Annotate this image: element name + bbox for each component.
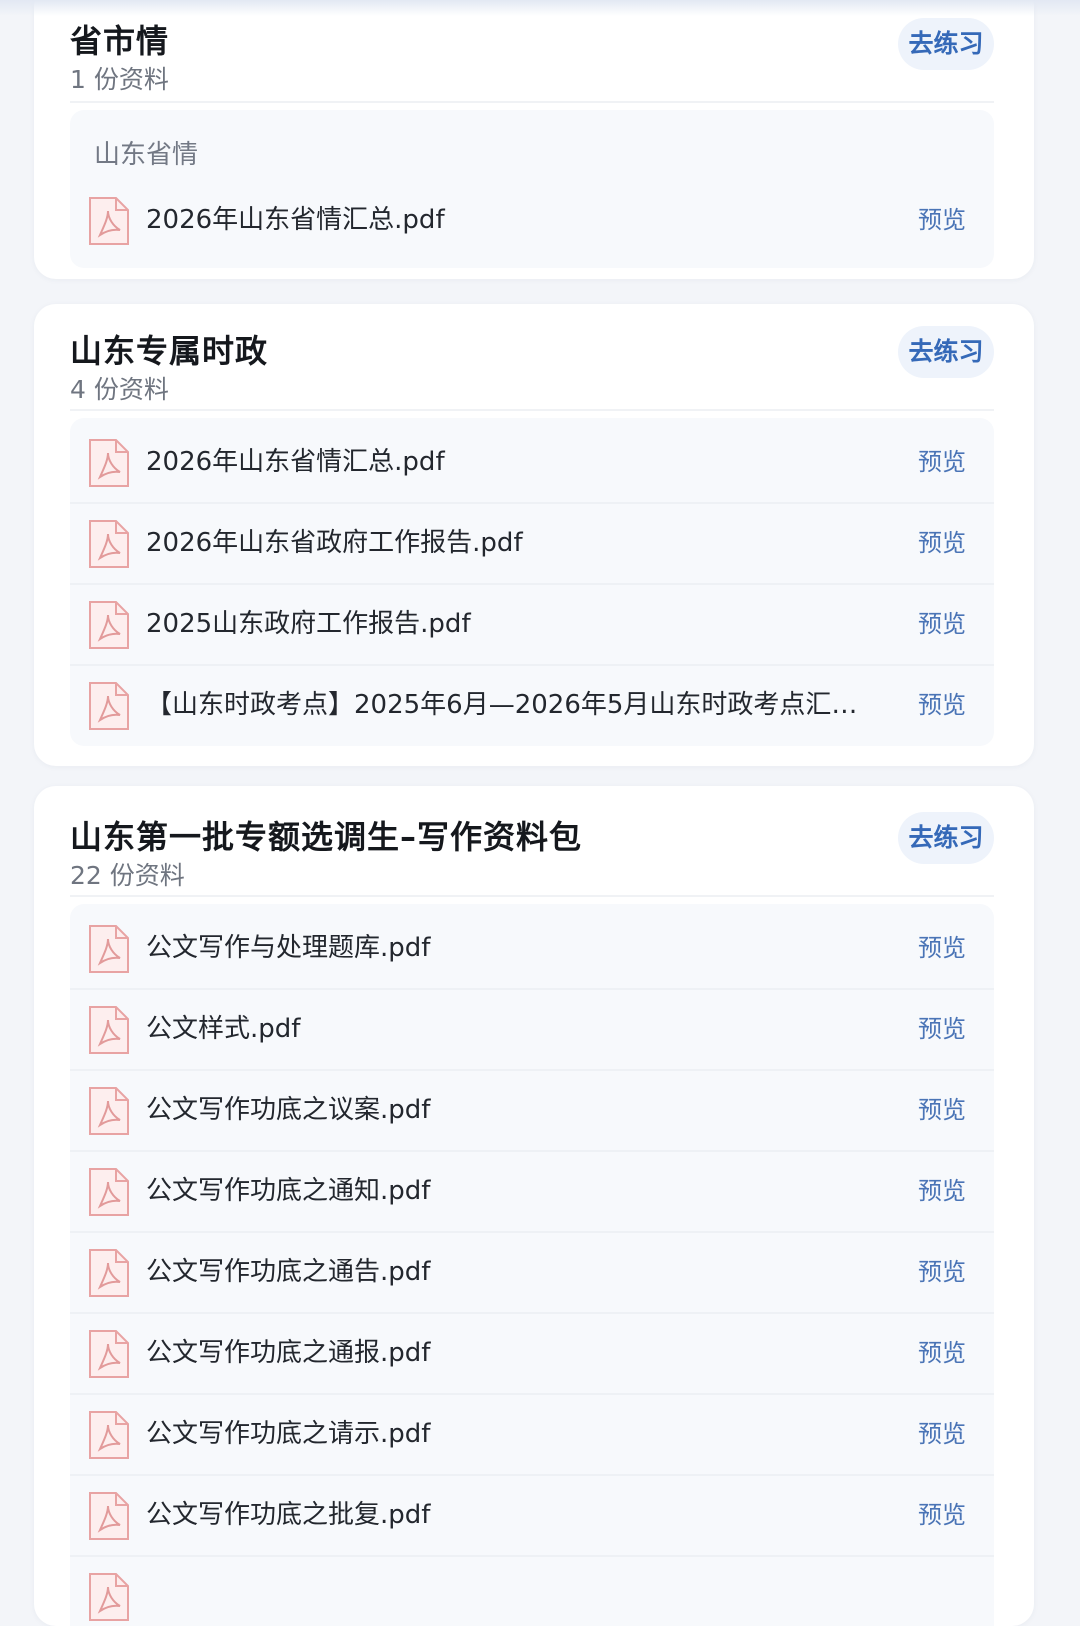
pdf-file-icon: [89, 1168, 129, 1216]
file-name: 【山东时政考点】2025年6月—2026年5月山东时政考点汇总...: [146, 690, 874, 720]
preview-link[interactable]: 预览: [918, 665, 966, 745]
preview-link[interactable]: 预览: [918, 1232, 966, 1312]
file-row[interactable]: 2026年山东省情汇总.pdf 预览: [70, 180, 994, 260]
top-fade: [0, 0, 1080, 16]
preview-link[interactable]: 预览: [918, 908, 966, 988]
section-card-current-affairs: 山东专属时政 4 份资料 去练习 2026年山东省情汇总.pdf 预览 2026…: [34, 304, 1034, 766]
file-row[interactable]: 公文写作功底之通告.pdf 预览: [70, 1232, 994, 1314]
preview-link[interactable]: 预览: [918, 584, 966, 664]
pdf-file-icon: [89, 1006, 129, 1054]
pdf-file-icon: [89, 197, 129, 245]
file-row[interactable]: 公文写作功底之批复.pdf 预览: [70, 1475, 994, 1557]
pdf-file-icon: [89, 601, 129, 649]
preview-link[interactable]: 预览: [918, 1313, 966, 1393]
divider: [70, 895, 994, 897]
file-row[interactable]: 公文样式.pdf 预览: [70, 989, 994, 1071]
file-row[interactable]: 2025山东政府工作报告.pdf 预览: [70, 584, 994, 666]
pdf-file-icon: [89, 1573, 129, 1621]
pdf-file-icon: [89, 1087, 129, 1135]
preview-link[interactable]: 预览: [918, 1394, 966, 1474]
section-count: 4 份资料: [70, 375, 169, 404]
preview-link[interactable]: 预览: [918, 422, 966, 502]
file-list: 2026年山东省情汇总.pdf 预览 2026年山东省政府工作报告.pdf 预览…: [70, 418, 994, 746]
section-count: 1 份资料: [70, 65, 169, 94]
file-name: 公文写作功底之通报.pdf: [146, 1338, 431, 1368]
practice-button[interactable]: 去练习: [898, 326, 994, 378]
file-row[interactable]: 公文写作与处理题库.pdf 预览: [70, 908, 994, 990]
pdf-file-icon: [89, 1249, 129, 1297]
file-name: 2026年山东省政府工作报告.pdf: [146, 528, 523, 558]
section-title: 山东专属时政: [70, 332, 269, 370]
file-row[interactable]: 2026年山东省情汇总.pdf 预览: [70, 422, 994, 504]
file-row[interactable]: 公文写作功底之议案.pdf 预览: [70, 1070, 994, 1152]
file-list: 公文写作与处理题库.pdf 预览 公文样式.pdf 预览 公文写作功底之议案.p…: [70, 904, 994, 1626]
divider: [70, 409, 994, 411]
section-title: 山东第一批专额选调生–写作资料包: [70, 818, 583, 856]
pdf-file-icon: [89, 520, 129, 568]
preview-link[interactable]: 预览: [918, 989, 966, 1069]
file-row-partial[interactable]: [70, 1556, 994, 1626]
file-name: 公文写作功底之请示.pdf: [146, 1419, 431, 1449]
file-row[interactable]: 【山东时政考点】2025年6月—2026年5月山东时政考点汇总... 预览: [70, 665, 994, 745]
section-card-provincial-info: 省市情 1 份资料 去练习 山东省情 2026年山东省情汇总.pdf 预览: [34, 0, 1034, 279]
divider: [70, 101, 994, 103]
file-name: 公文写作功底之通告.pdf: [146, 1257, 431, 1287]
file-row[interactable]: 2026年山东省政府工作报告.pdf 预览: [70, 503, 994, 585]
file-name: 公文写作功底之通知.pdf: [146, 1176, 431, 1206]
section-count: 22 份资料: [70, 861, 185, 890]
preview-link[interactable]: 预览: [918, 1151, 966, 1231]
group-label: 山东省情: [94, 140, 199, 170]
file-row[interactable]: 公文写作功底之通知.pdf 预览: [70, 1151, 994, 1233]
pdf-file-icon: [89, 439, 129, 487]
file-list: 山东省情 2026年山东省情汇总.pdf 预览: [70, 110, 994, 268]
pdf-file-icon: [89, 1411, 129, 1459]
file-name: 2026年山东省情汇总.pdf: [146, 205, 445, 235]
pdf-file-icon: [89, 1330, 129, 1378]
preview-link[interactable]: 预览: [918, 1475, 966, 1555]
preview-link[interactable]: 预览: [918, 503, 966, 583]
file-name: 公文写作与处理题库.pdf: [146, 933, 431, 963]
preview-link[interactable]: 预览: [918, 180, 966, 260]
section-card-writing-materials: 山东第一批专额选调生–写作资料包 22 份资料 去练习 公文写作与处理题库.pd…: [34, 786, 1034, 1626]
file-name: 2025山东政府工作报告.pdf: [146, 609, 471, 639]
file-row[interactable]: 公文写作功底之请示.pdf 预览: [70, 1394, 994, 1476]
file-name: 2026年山东省情汇总.pdf: [146, 447, 445, 477]
preview-link[interactable]: 预览: [918, 1070, 966, 1150]
file-name: 公文样式.pdf: [146, 1014, 301, 1044]
practice-button[interactable]: 去练习: [898, 812, 994, 864]
file-name: 公文写作功底之批复.pdf: [146, 1500, 431, 1530]
practice-button[interactable]: 去练习: [898, 18, 994, 70]
pdf-file-icon: [89, 925, 129, 973]
file-name: 公文写作功底之议案.pdf: [146, 1095, 431, 1125]
pdf-file-icon: [89, 1492, 129, 1540]
section-title: 省市情: [70, 22, 170, 60]
pdf-file-icon: [89, 682, 129, 730]
file-row[interactable]: 公文写作功底之通报.pdf 预览: [70, 1313, 994, 1395]
